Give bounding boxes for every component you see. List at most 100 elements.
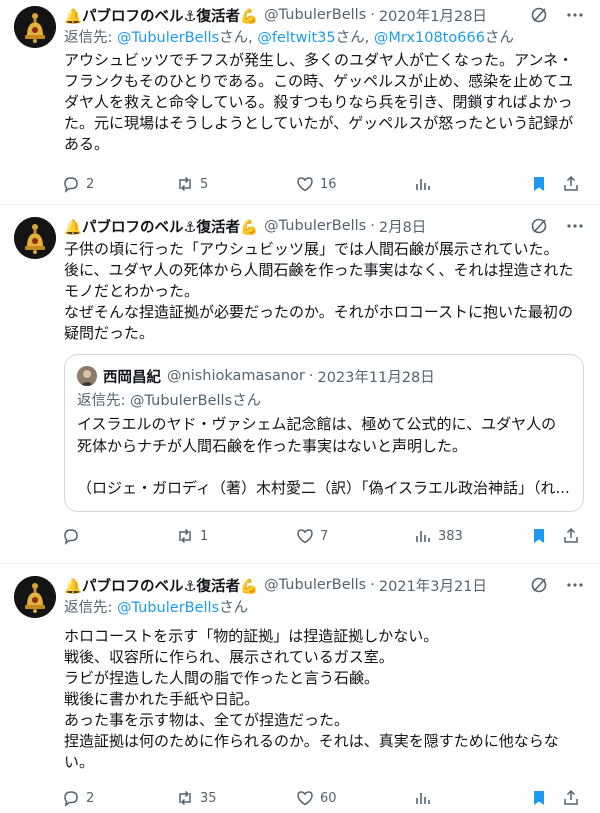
views-chart-icon [416,793,430,804]
avatar[interactable] [14,217,56,259]
tweet-header: 🔔パブロフのベル⚓復活者💪 @TubulerBells · 2021年3月21日 [64,574,584,596]
views-button[interactable] [414,789,438,807]
retweet-button[interactable]: 35 [176,789,217,807]
views-chart-icon [416,179,430,190]
share-icon [564,527,578,543]
reply-count: 2 [86,790,95,806]
reply-suffix: さん [219,600,249,616]
separator-dot: · [370,577,375,593]
retweet-icon [179,790,191,806]
share-button[interactable] [562,175,580,193]
tweet-text: ホロコーストを示す「物的証拠」は捏造証拠しかない。 戦後、収容所に作られ、展示さ… [64,627,559,771]
reply-prefix: 返信先: [64,30,117,46]
tweet-date[interactable]: 2月8日 [379,216,426,237]
bookmark-filled-icon [534,529,544,543]
reply-user-link[interactable]: @TubulerBells [117,600,219,616]
more-options-icon[interactable] [566,217,584,235]
user-handle[interactable]: @TubulerBells [264,218,366,234]
grok-icon[interactable] [530,217,548,235]
reply-icon [64,791,78,807]
quoted-text: イスラエルのヤド・ヴァシェム記念館は、極めて公式的に、ユダヤ人の死体からナチが人… [77,413,571,499]
display-name[interactable]: 🔔パブロフのベル⚓復活者💪 [64,216,258,237]
reply-separator: さん, [219,30,258,46]
avatar[interactable] [14,6,56,48]
views-chart-icon [416,531,430,542]
like-button[interactable]: 16 [296,175,337,193]
quoted-tweet[interactable]: 西岡昌紀 @nishiokamasanor · 2023年11月28日 返信先:… [64,354,584,512]
share-icon [564,789,578,805]
share-button[interactable] [562,527,580,545]
header-icons [530,576,584,594]
bell-avatar-icon [14,6,56,48]
quoted-text-main: イスラエルのヤド・ヴァシェム記念館は、極めて公式的に、ユダヤ人の死体からナチが人… [77,415,557,455]
like-button[interactable]: 7 [296,527,328,545]
views-button[interactable] [414,175,438,193]
like-count: 16 [320,176,337,192]
retweet-icon [179,528,191,544]
bookmark-button[interactable] [530,789,548,807]
reply-icon [64,529,78,545]
reply-user-link[interactable]: @feltwit35 [257,30,335,46]
bookmark-filled-icon [534,791,544,805]
retweet-icon [179,176,191,192]
user-handle[interactable]: @TubulerBells [264,577,366,593]
tweet-header: 🔔パブロフのベル⚓復活者💪 @TubulerBells · 2020年1月28日 [64,4,584,26]
tweet-date[interactable]: 2020年1月28日 [379,5,487,26]
tweet[interactable]: 🔔パブロフのベル⚓復活者💪 @TubulerBells · 2020年1月28日… [0,0,600,205]
tweet-header: 🔔パブロフのベル⚓復活者💪 @TubulerBells · 2月8日 [64,215,584,237]
display-name[interactable]: 🔔パブロフのベル⚓復活者💪 [64,575,258,596]
tweet-date[interactable]: 2021年3月21日 [379,575,487,596]
separator-dot: · [370,7,375,23]
retweet-button[interactable]: 5 [176,175,208,193]
views-button[interactable]: 383 [414,527,463,545]
reply-button[interactable]: 2 [62,789,94,807]
tweet-feed: 🔔パブロフのベル⚓復活者💪 @TubulerBells · 2020年1月28日… [0,0,600,813]
reply-icon [64,177,78,193]
reply-user-link[interactable]: @TubulerBells [117,30,219,46]
share-icon [564,175,578,191]
bookmark-button[interactable] [530,527,548,545]
bookmark-button[interactable] [530,175,548,193]
more-options-icon[interactable] [566,6,584,24]
tweet-text: アウシュビッツでチフスが発生し、多くのユダヤ人が亡くなった。アンネ・フランクもそ… [64,51,574,153]
display-name[interactable]: 🔔パブロフのベル⚓復活者💪 [64,5,258,26]
avatar[interactable] [14,576,56,618]
bookmark-filled-icon [534,177,544,191]
quoted-avatar [77,366,97,386]
reply-button[interactable] [62,527,86,545]
bell-avatar-icon [14,576,56,618]
retweet-count: 5 [200,176,209,192]
reply-separator: さん, [335,30,374,46]
heart-icon [297,177,313,192]
grok-icon[interactable] [530,576,548,594]
quoted-handle: @nishiokamasanor [167,368,305,384]
quoted-text-truncated: （ロジェ・ガロディ（著）木村愛二（訳）「偽イスラエル政治神話」（れ... [77,479,570,497]
reply-count: 2 [86,176,95,192]
like-count: 7 [320,528,329,544]
view-count: 383 [438,528,463,544]
header-icons [530,6,584,24]
reply-suffix: さん [484,30,514,46]
tweet[interactable]: 🔔パブロフのベル⚓復活者💪 @TubulerBells · 2月8日 子供の頃に… [0,205,600,564]
grok-icon[interactable] [530,6,548,24]
quoted-tweet-header: 西岡昌紀 @nishiokamasanor · 2023年11月28日 [77,365,571,387]
reply-context: 返信先: @TubulerBellsさん, @feltwit35さん, @Mrx… [64,28,584,48]
quoted-reply-context: 返信先: @TubulerBellsさん [77,393,262,409]
tweet[interactable]: 🔔パブロフのベル⚓復活者💪 @TubulerBells · 2021年3月21日… [0,564,600,813]
retweet-button[interactable]: 1 [176,527,208,545]
heart-icon [297,791,313,806]
share-button[interactable] [562,789,580,807]
like-button[interactable]: 60 [296,789,337,807]
more-options-icon[interactable] [566,576,584,594]
like-count: 60 [320,790,337,806]
reply-user-link[interactable]: @Mrx108to666 [374,30,485,46]
quoted-date: 2023年11月28日 [317,369,435,386]
reply-prefix: 返信先: [64,600,117,616]
heart-icon [297,529,313,544]
user-handle[interactable]: @TubulerBells [264,7,366,23]
reply-context: 返信先: @TubulerBellsさん [64,598,584,618]
header-icons [530,217,584,235]
bell-avatar-icon [14,217,56,259]
action-bar: 2 35 60 [62,777,584,813]
reply-button[interactable]: 2 [62,175,94,193]
